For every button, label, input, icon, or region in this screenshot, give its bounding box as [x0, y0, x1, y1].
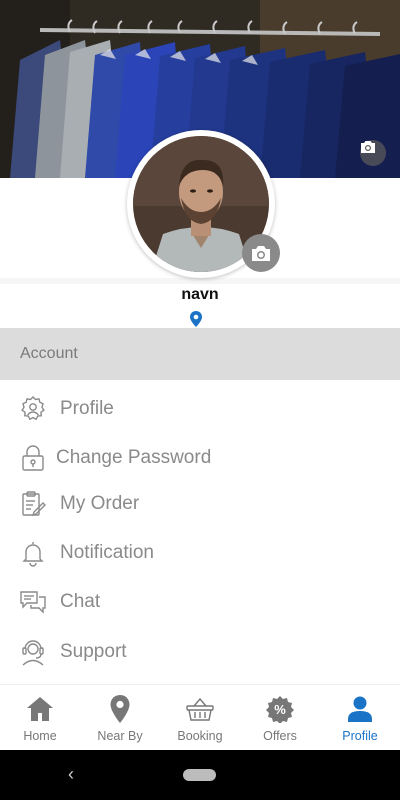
change-cover-camera-button[interactable] [360, 140, 386, 166]
gear-user-icon [19, 395, 47, 423]
menu-item-label: My Order [60, 493, 140, 514]
nav-label: Home [23, 729, 57, 743]
chat-bubbles-icon [19, 588, 47, 616]
section-header-label: Account [20, 345, 78, 362]
nav-label: Near By [97, 729, 143, 743]
menu-item-notification[interactable]: Notification [0, 530, 400, 576]
support-agent-icon [19, 638, 47, 666]
lock-icon [19, 444, 47, 472]
percent-badge-icon: % [265, 694, 295, 724]
person-icon [345, 694, 375, 724]
basket-icon [185, 694, 215, 724]
nav-item-offers[interactable]: % Offers [240, 685, 320, 750]
menu-item-label: Profile [60, 398, 114, 419]
username: navn [181, 286, 219, 303]
menu-item-label: Support [60, 641, 127, 662]
nav-label: Booking [177, 729, 223, 743]
nav-label: Profile [342, 729, 378, 743]
menu-item-my-order[interactable]: My Order [0, 481, 400, 527]
bell-icon [19, 539, 47, 567]
camera-icon [361, 141, 375, 153]
menu-item-change-password[interactable]: Change Password [0, 435, 400, 481]
menu-item-support[interactable]: Support [0, 629, 400, 675]
nav-item-near-by[interactable]: Near By [80, 685, 160, 750]
nav-item-profile[interactable]: Profile [320, 685, 400, 750]
order-document-icon [19, 490, 47, 518]
map-pin-icon [105, 694, 135, 724]
avatar-container [127, 130, 280, 278]
menu-item-chat[interactable]: Chat [0, 579, 400, 625]
system-navigation-bar: ‹ [0, 750, 400, 800]
home-pill-button[interactable] [183, 769, 216, 781]
nav-item-booking[interactable]: Booking [160, 685, 240, 750]
menu-item-profile[interactable]: Profile [0, 386, 400, 432]
account-section-header: Account [0, 328, 400, 380]
nav-label: Offers [263, 729, 297, 743]
menu-item-label: Notification [60, 542, 154, 563]
bottom-navigation: Home Near By Booking % Offers Profile [0, 684, 400, 750]
menu-item-label: Change Password [56, 447, 212, 468]
back-chevron-icon[interactable]: ‹ [68, 764, 74, 785]
profile-divider [0, 278, 400, 284]
change-avatar-camera-button[interactable] [242, 234, 280, 272]
home-icon [25, 694, 55, 724]
svg-text:%: % [274, 702, 286, 717]
nav-item-home[interactable]: Home [0, 685, 80, 750]
camera-icon [252, 245, 270, 261]
menu-item-label: Chat [60, 591, 101, 612]
